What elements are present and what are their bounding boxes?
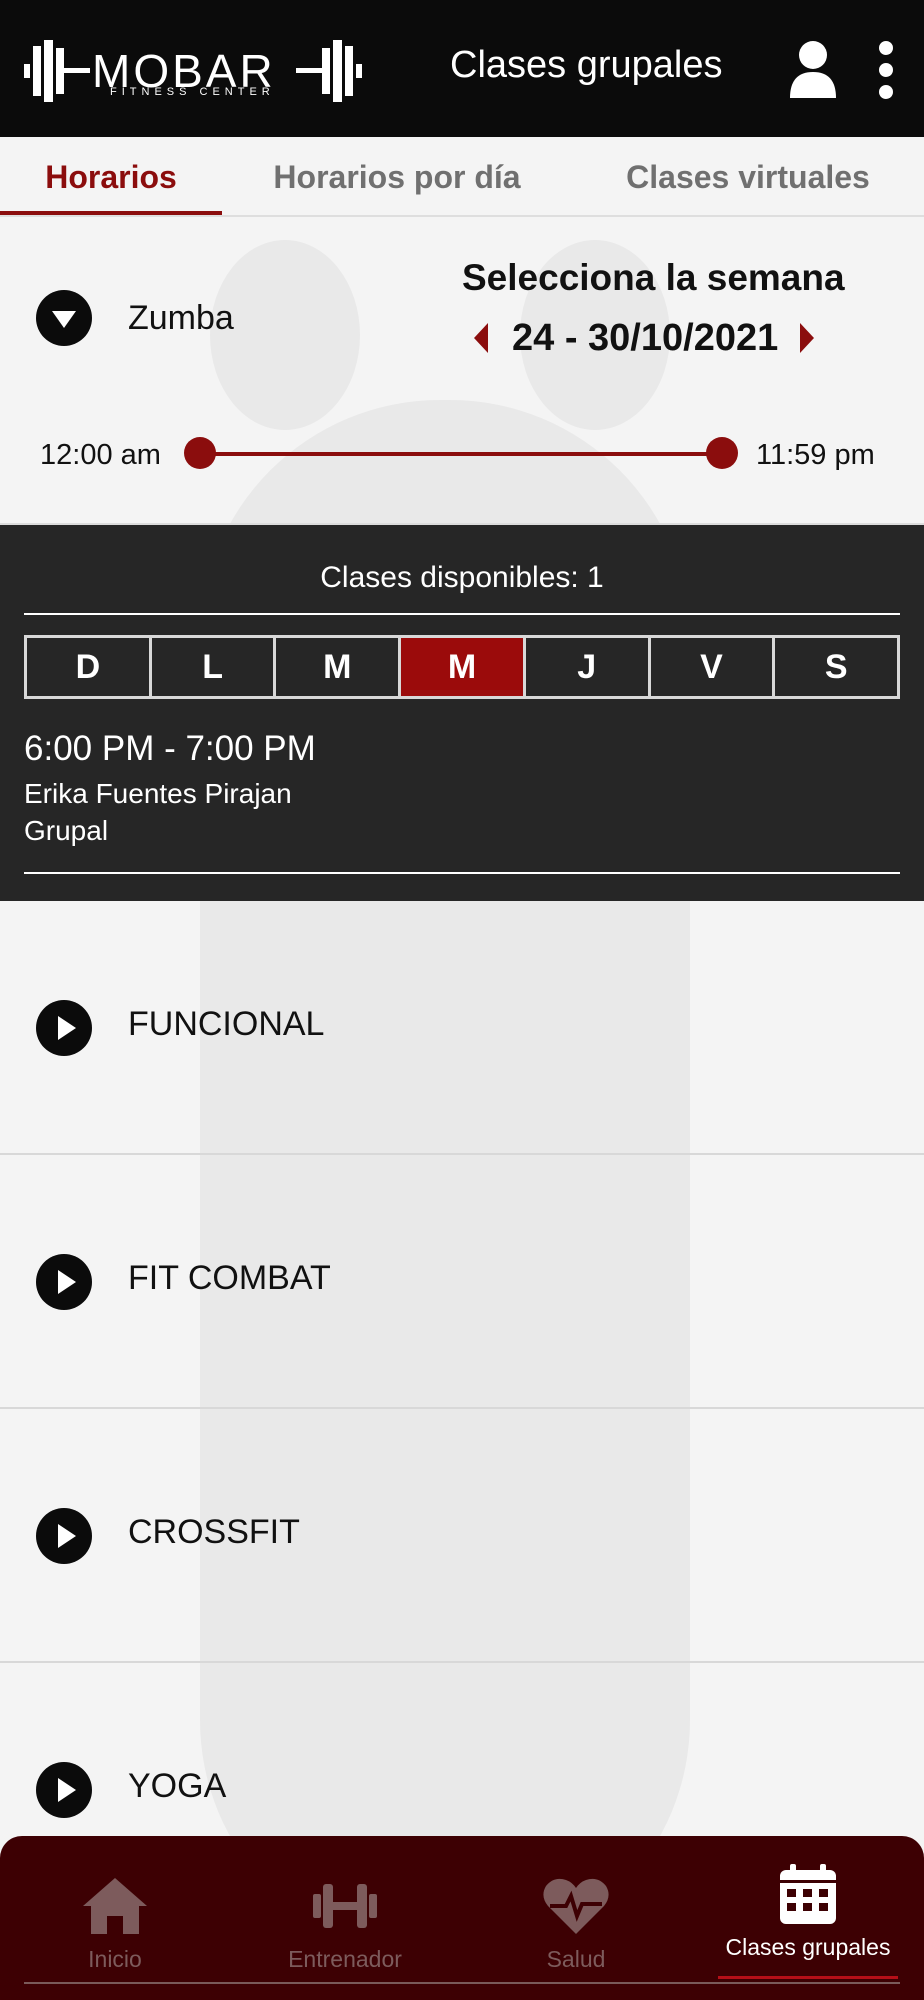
expand-toggle[interactable] — [36, 1000, 92, 1056]
class-row-funcional[interactable]: FUNCIONAL — [0, 901, 924, 1155]
caret-right-icon — [800, 323, 814, 353]
play-icon — [58, 1778, 76, 1802]
tab-clases-virtuales[interactable]: Clases virtuales — [600, 137, 896, 217]
heart-pulse-icon — [543, 1878, 609, 1934]
nav-salud[interactable]: Salud — [516, 1836, 636, 2000]
gesture-bar — [24, 1982, 900, 1984]
day-selector: D L M M J V S — [24, 635, 900, 699]
play-icon — [58, 1524, 76, 1548]
class-filter: Zumba Selecciona la semana 24 - 30/10/20… — [0, 217, 924, 525]
tab-horarios[interactable]: Horarios — [0, 137, 222, 217]
week-range: 24 - 30/10/2021 — [512, 317, 779, 359]
day-button[interactable]: L — [152, 638, 277, 696]
mobar-logo: MOBAR FITNESS CENTER — [24, 40, 369, 104]
collapse-toggle[interactable] — [36, 290, 92, 346]
previous-week-button[interactable] — [470, 321, 492, 355]
active-nav-indicator — [718, 1976, 898, 1979]
nav-label: Entrenador — [288, 1946, 402, 1972]
calendar-icon — [780, 1864, 836, 1924]
session-trainer: Erika Fuentes Pirajan — [24, 778, 292, 809]
class-name: YOGA — [128, 1767, 227, 1805]
time-range-start: 12:00 am — [40, 439, 161, 471]
selected-class-name: Zumba — [128, 299, 234, 337]
dumbbell-icon — [313, 1884, 377, 1928]
page-title: Clases grupales — [450, 44, 723, 86]
day-button[interactable]: S — [775, 638, 897, 696]
divider — [24, 613, 900, 615]
expand-toggle[interactable] — [36, 1254, 92, 1310]
nav-inicio[interactable]: Inicio — [55, 1836, 175, 2000]
more-vertical-icon[interactable] — [876, 40, 896, 100]
next-week-button[interactable] — [796, 321, 818, 355]
session-time: 6:00 PM - 7:00 PM — [24, 729, 316, 768]
nav-label: Clases grupales — [725, 1934, 891, 1960]
day-button[interactable]: J — [526, 638, 651, 696]
user-icon[interactable] — [788, 40, 838, 98]
schedule-panel: Clases disponibles: 1 D L M M J V S 6:00… — [0, 525, 924, 901]
day-button-selected[interactable]: M — [401, 638, 526, 696]
expand-toggle[interactable] — [36, 1762, 92, 1818]
tab-horarios-por-dia[interactable]: Horarios por día — [232, 137, 562, 217]
nav-entrenador[interactable]: Entrenador — [270, 1836, 420, 2000]
logo-subtitle: FITNESS CENTER — [110, 86, 275, 98]
app-header: MOBAR FITNESS CENTER Clases grupales — [0, 0, 924, 137]
day-button[interactable]: M — [276, 638, 402, 696]
day-button[interactable]: V — [651, 638, 776, 696]
play-icon — [58, 1270, 76, 1294]
nav-label: Salud — [546, 1946, 606, 1972]
tab-bar: Horarios Horarios por día Clases virtual… — [0, 137, 924, 217]
class-row-crossfit[interactable]: CROSSFIT — [0, 1409, 924, 1663]
divider — [24, 872, 900, 874]
bottom-navigation: Inicio Entrenador Salud Clases grupales — [0, 1836, 924, 2000]
class-name: CROSSFIT — [128, 1513, 300, 1551]
class-name: FIT COMBAT — [128, 1259, 331, 1297]
triangle-down-icon — [52, 311, 76, 328]
caret-left-icon — [474, 323, 488, 353]
session-type: Grupal — [24, 815, 109, 846]
week-label: Selecciona la semana — [462, 257, 845, 298]
expand-toggle[interactable] — [36, 1508, 92, 1564]
play-icon — [58, 1016, 76, 1040]
time-range-end-thumb[interactable] — [706, 437, 738, 469]
available-classes-count: Clases disponibles: 1 — [320, 561, 604, 594]
time-range-slider-track[interactable] — [198, 452, 722, 456]
home-icon — [83, 1878, 147, 1934]
class-name: FUNCIONAL — [128, 1005, 325, 1043]
class-row-fit-combat[interactable]: FIT COMBAT — [0, 1155, 924, 1409]
active-tab-indicator — [0, 211, 222, 215]
time-range-start-thumb[interactable] — [184, 437, 216, 469]
nav-label: Inicio — [88, 1946, 142, 1972]
day-button[interactable]: D — [27, 638, 152, 696]
time-range-end: 11:59 pm — [756, 439, 875, 471]
